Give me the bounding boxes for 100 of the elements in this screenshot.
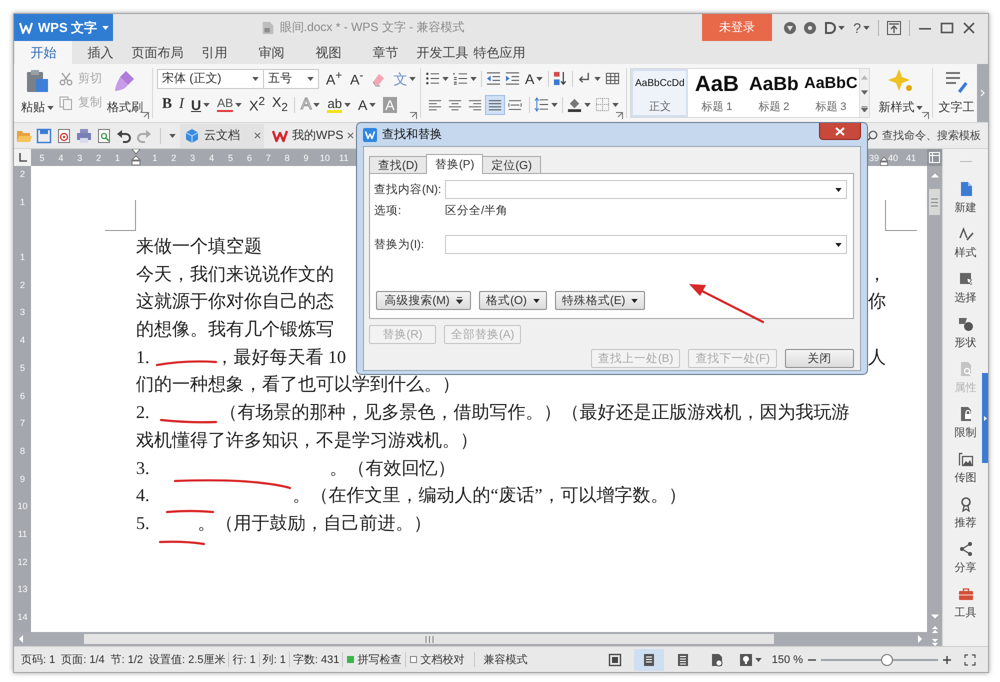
italic-button[interactable]: I (178, 94, 186, 114)
close-button[interactable] (819, 123, 861, 140)
bold-button[interactable]: B (161, 94, 174, 114)
sidebar-item[interactable]: 分享 (954, 541, 976, 575)
paste-button[interactable]: 粘贴 (20, 68, 55, 116)
zoom-slider-thumb[interactable] (880, 654, 893, 666)
help-button[interactable]: ? (853, 20, 870, 36)
tab-stop-icon[interactable] (14, 149, 31, 166)
caret-icon[interactable] (470, 76, 477, 80)
find-input-field[interactable] (445, 180, 847, 199)
close-icon[interactable] (962, 20, 976, 34)
caret-icon[interactable] (594, 76, 602, 80)
increase-indent-icon[interactable] (505, 71, 520, 86)
dialog-launcher-icon[interactable] (616, 112, 624, 119)
menu-tab[interactable]: 开始 (15, 41, 72, 64)
underline-button[interactable]: U (190, 94, 212, 114)
menu-tab[interactable]: 章节 (357, 41, 414, 64)
highlight-button[interactable]: ab (326, 94, 352, 114)
grow-font-button[interactable]: A$^{+}$ (325, 68, 344, 88)
style-preset[interactable]: AaB 标题 1 (688, 69, 746, 117)
table-icon[interactable] (605, 71, 620, 86)
caret-icon[interactable] (838, 26, 846, 30)
caret-icon[interactable] (551, 102, 558, 106)
scroll-down-icon[interactable] (861, 90, 868, 96)
sidebar-item[interactable]: 新建 (954, 181, 976, 215)
app-menu-button[interactable]: WPS 文字 (14, 14, 113, 41)
indent-marker-icon[interactable] (130, 149, 141, 166)
horizontal-scrollbar[interactable] (14, 632, 927, 646)
document-tab[interactable]: 我的WPS (268, 124, 358, 148)
scroll-thumb[interactable] (84, 634, 774, 644)
caret-icon[interactable] (835, 242, 842, 246)
menu-tab[interactable]: 特色应用 (471, 41, 528, 64)
box-arrow-up-icon[interactable] (887, 20, 901, 34)
sidebar-item[interactable]: 限制 (954, 406, 976, 440)
dialog-tab[interactable]: 替换(P) (426, 154, 484, 174)
dashed-grid-icon[interactable] (595, 97, 610, 112)
menu-tab[interactable]: 插入 (72, 41, 129, 64)
status-toggle[interactable]: 拼写检查 (342, 652, 406, 667)
format-painter-button[interactable]: 格式刷 (106, 68, 144, 116)
replace-input-field[interactable] (445, 235, 847, 254)
dialog-button[interactable]: 格式(O) (479, 291, 547, 310)
indent-marker-icon[interactable] (880, 156, 888, 166)
close-icon[interactable] (347, 132, 354, 139)
status-toggle[interactable]: 文档校对 (405, 652, 468, 667)
document-badge-icon[interactable] (56, 128, 72, 144)
maximize-icon[interactable] (940, 20, 954, 34)
list-icon[interactable] (453, 71, 468, 86)
caret-icon[interactable] (612, 102, 619, 106)
dialog-button[interactable]: 特殊格式(E) (555, 291, 646, 310)
sidebar-item[interactable]: 形状 (954, 316, 976, 350)
font-color-button[interactable]: A (356, 94, 378, 114)
menu-tab[interactable]: 视图 (300, 41, 357, 64)
page-view-button[interactable] (634, 648, 664, 670)
bullet-list-icon[interactable] (425, 71, 440, 86)
close-icon[interactable] (254, 132, 261, 139)
document-magnifier-icon[interactable] (96, 128, 112, 144)
sidebar-item[interactable]: 工具 (954, 586, 976, 620)
strikethrough-button[interactable]: AB (216, 94, 244, 114)
decrease-indent-icon[interactable] (486, 71, 501, 86)
menu-tab[interactable]: 引用 (186, 41, 243, 64)
save-icon[interactable] (36, 128, 52, 144)
caret-icon[interactable] (442, 76, 449, 80)
menu-tab[interactable]: 审阅 (243, 41, 300, 64)
vertical-scrollbar[interactable] (927, 149, 942, 646)
text-tools-button[interactable]: 文字工 (937, 68, 976, 116)
font-name-dropdown[interactable]: 宋体 (正文) (157, 68, 264, 88)
caret-icon[interactable] (584, 102, 591, 106)
superscript-button[interactable]: X$^{2}$ (248, 94, 266, 114)
character-scale-button[interactable]: A (524, 68, 544, 88)
dialog-tab[interactable]: 查找(D) (369, 156, 427, 173)
sidebar-item[interactable]: 选择 (954, 271, 976, 305)
font-size-dropdown[interactable]: 五号 (263, 68, 319, 88)
caret-icon[interactable] (835, 188, 842, 192)
dialog-button[interactable]: 关闭 (785, 349, 854, 368)
dialog-tab[interactable]: 定位(G) (482, 156, 541, 173)
sort-icon[interactable] (553, 71, 568, 86)
panel-layout-icon[interactable] (927, 149, 942, 166)
style-preset[interactable]: AaBb 标题 2 (745, 69, 802, 117)
scroll-thumb[interactable] (929, 189, 940, 215)
zoom-in-icon[interactable] (942, 654, 952, 664)
new-style-button[interactable]: 新样式 (877, 68, 924, 116)
line-spacing-icon[interactable] (534, 97, 549, 112)
document-tab[interactable]: 云文档 (180, 124, 264, 148)
more-icon[interactable] (861, 106, 868, 112)
dialog-launcher-icon[interactable] (142, 112, 149, 119)
sidebar-item[interactable]: 推荐 (954, 496, 976, 530)
style-preset[interactable]: AaBbC 标题 3 (802, 69, 860, 117)
caret-icon[interactable] (169, 134, 176, 138)
subscript-button[interactable]: X$_{2}$ (270, 94, 289, 114)
sidebar-collapse-handle[interactable] (982, 373, 988, 463)
undo-icon[interactable] (116, 128, 132, 144)
menu-tab[interactable]: 页面布局 (129, 41, 186, 64)
command-search-field[interactable]: 查找命令、搜索模板 (882, 126, 986, 146)
circle-dot-icon[interactable] (804, 22, 816, 34)
sidebar-item[interactable]: 传图 (954, 451, 976, 485)
sidebar-item[interactable]: 样式 (954, 226, 976, 260)
align-justify-button[interactable] (485, 94, 505, 114)
style-preset[interactable]: AaBbCcDd 正文 (631, 69, 688, 117)
dialog-launcher-icon[interactable] (410, 112, 417, 119)
print-icon[interactable] (76, 128, 92, 144)
